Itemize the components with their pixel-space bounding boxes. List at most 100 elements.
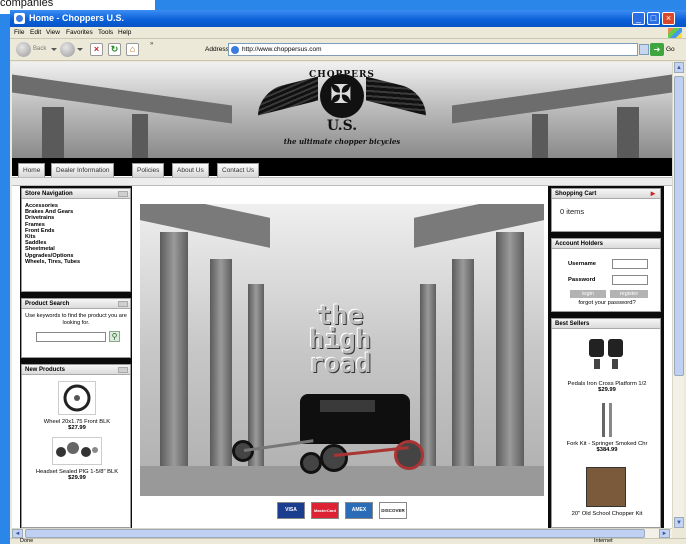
- toolbar-chevron[interactable]: »: [150, 41, 153, 47]
- banner-headline: the high road: [308, 301, 372, 379]
- bridge-pillar: [617, 107, 639, 158]
- menu-tools[interactable]: Tools: [98, 29, 113, 36]
- account-holders-title: Account Holders: [552, 239, 660, 249]
- address-label: Address: [205, 46, 229, 53]
- scroll-right-icon[interactable]: ►: [659, 529, 670, 538]
- chopper-wheel: [300, 452, 322, 474]
- status-text: Done: [20, 538, 34, 544]
- forgot-password-link[interactable]: forgot your password?: [552, 300, 662, 306]
- nav-policies[interactable]: Policies: [132, 163, 165, 177]
- account-holders-title-text: Account Holders: [555, 241, 604, 247]
- product-search-hint: Use keywords to find the product you are…: [25, 313, 127, 326]
- menu-edit[interactable]: Edit: [30, 29, 41, 36]
- banner-pillar: [210, 259, 232, 466]
- box-toggle-icon: [118, 301, 128, 307]
- menu-favorites[interactable]: Favorites: [66, 29, 93, 36]
- the-high-road-banner[interactable]: the high road VISA MasterCard AMEX DISCO…: [140, 204, 544, 528]
- bridge-pillar: [42, 107, 64, 158]
- chopper-wheel: [320, 444, 348, 472]
- best-seller-name[interactable]: 20" Old School Chopper Kit: [552, 511, 662, 517]
- new-product-item[interactable]: Wheel 20x1.75 Front BLK $27.99: [22, 419, 132, 432]
- vertical-scrollbar[interactable]: ▲ ▼: [672, 62, 684, 528]
- home-icon[interactable]: ⌂: [126, 43, 139, 56]
- back-icon[interactable]: [16, 42, 31, 57]
- new-products-title-text: New Products: [25, 367, 66, 373]
- cart-arrow-icon[interactable]: ►: [649, 189, 657, 199]
- category-list: Accessories Brakes And Gears Drivetrains…: [22, 199, 130, 265]
- logo-brand-country: U.S.: [326, 118, 358, 134]
- menu-view[interactable]: View: [46, 29, 60, 36]
- headset-product-image[interactable]: [52, 437, 102, 465]
- nav-home[interactable]: Home: [18, 163, 46, 177]
- logo-wing-right: [366, 76, 426, 116]
- page-icon: [231, 46, 239, 54]
- nav-about-us[interactable]: About Us: [172, 163, 209, 177]
- chopper-wheel: [394, 440, 424, 470]
- back-dropdown-icon[interactable]: [51, 48, 57, 51]
- category-link-wheels-tires-tubes[interactable]: Wheels, Tires, Tubes: [25, 259, 130, 265]
- right-sidebar: Shopping Cart ► 0 items Account Holders …: [548, 186, 664, 528]
- best-seller-price: $29.99: [598, 387, 616, 394]
- scroll-down-icon[interactable]: ▼: [674, 517, 684, 528]
- fork-product-image[interactable]: [600, 403, 614, 437]
- refresh-icon[interactable]: ↻: [108, 43, 121, 56]
- forward-icon[interactable]: [60, 42, 75, 57]
- choppers-logo[interactable]: CHOPPERS U.S. the ultimate chopper bicyc…: [242, 70, 442, 156]
- username-field[interactable]: [612, 259, 648, 269]
- bridge-deck-right: [452, 74, 672, 124]
- maximize-icon[interactable]: □: [647, 12, 660, 25]
- account-holders-box: Account Holders Username Password login …: [551, 238, 661, 312]
- product-search-input[interactable]: [36, 332, 106, 342]
- menu-file[interactable]: File: [14, 29, 24, 36]
- horizontal-scroll-thumb[interactable]: [25, 529, 645, 538]
- password-field[interactable]: [612, 275, 648, 285]
- window-title: Home - Choppers U.S.: [29, 13, 125, 23]
- cart-item-count: 0 items: [560, 207, 585, 216]
- best-seller-item[interactable]: Pedals Iron Cross Platform 1/2 $29.99: [552, 381, 662, 394]
- new-products-box: New Products Wheel 20x1.75 Front BLK $27…: [21, 364, 131, 528]
- nav-dealer-information[interactable]: Dealer Information: [51, 163, 115, 177]
- register-button[interactable]: register: [610, 290, 648, 298]
- vertical-scroll-thumb[interactable]: [674, 76, 684, 376]
- address-dropdown-icon[interactable]: [639, 44, 649, 55]
- menu-help[interactable]: Help: [118, 29, 131, 36]
- pedals-product-image[interactable]: [586, 335, 626, 375]
- windows-flag-icon: [668, 28, 682, 38]
- discover-card-icon: DISCOVER: [379, 502, 407, 519]
- shopping-cart-box: Shopping Cart ► 0 items: [551, 188, 661, 232]
- address-bar[interactable]: http://www.choppersus.com: [228, 43, 638, 56]
- mastercard-card-icon: MasterCard: [311, 502, 339, 519]
- scroll-up-icon[interactable]: ▲: [674, 62, 684, 73]
- go-arrow-icon[interactable]: ➜: [650, 43, 664, 56]
- best-seller-item[interactable]: 20" Old School Chopper Kit: [552, 511, 662, 517]
- username-label: Username: [568, 261, 597, 267]
- nav-divider: [12, 177, 672, 186]
- caption-text: companies: [0, 0, 54, 9]
- stop-icon[interactable]: ×: [90, 43, 103, 56]
- shopping-cart-title[interactable]: Shopping Cart ►: [552, 189, 660, 199]
- scroll-left-icon[interactable]: ◄: [12, 529, 23, 538]
- site-header: CHOPPERS U.S. the ultimate chopper bicyc…: [12, 62, 672, 158]
- wheel-product-image[interactable]: [58, 381, 96, 415]
- login-button[interactable]: login: [570, 290, 606, 298]
- horizontal-scrollbar[interactable]: ◄ ►: [12, 528, 672, 538]
- back-label[interactable]: Back: [33, 46, 46, 52]
- store-navigation-box: Store Navigation Accessories Brakes And …: [21, 188, 131, 292]
- bridge-pillar: [132, 114, 148, 158]
- go-label[interactable]: Go: [666, 46, 675, 53]
- toolbar: Back × ↻ ⌂ » Address http://www.choppers…: [10, 39, 686, 61]
- banner-pillar: [496, 232, 524, 466]
- search-icon[interactable]: ⚲: [109, 331, 120, 342]
- box-toggle-icon: [118, 367, 128, 373]
- banner-pillar: [452, 259, 474, 466]
- forward-dropdown-icon[interactable]: [77, 48, 83, 51]
- best-seller-item[interactable]: Fork Kit - Springer Smoked Chr $384.99: [552, 441, 662, 454]
- close-icon[interactable]: ×: [662, 12, 675, 25]
- new-product-item[interactable]: Headset Sealed PIG 1-5/8" BLK $29.99: [22, 469, 132, 482]
- nav-contact-us[interactable]: Contact Us: [217, 163, 260, 177]
- banner-overpass-right: [414, 204, 544, 248]
- minimize-icon[interactable]: _: [632, 12, 645, 25]
- best-sellers-box: Best Sellers Pedals Iron Cross Platform …: [551, 318, 661, 528]
- chopper-kit-product-image[interactable]: [586, 467, 626, 507]
- box-toggle-icon: [118, 191, 128, 197]
